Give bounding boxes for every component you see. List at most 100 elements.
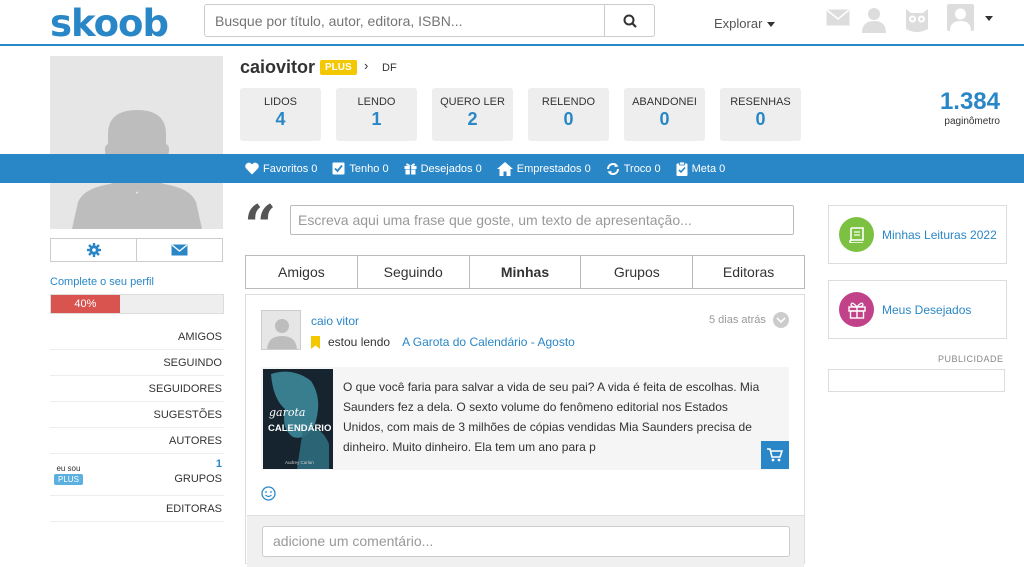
stat-lidos[interactable]: LIDOS 4 <box>240 88 321 141</box>
meus-desejados-link[interactable]: Meus Desejados <box>828 280 1007 339</box>
tab-editoras[interactable]: Editoras <box>692 256 804 288</box>
plus-label: PLUS <box>54 474 83 485</box>
top-bar: skoob Explorar <box>0 0 1024 46</box>
user-avatar-small[interactable] <box>947 4 974 31</box>
explore-label: Explorar <box>714 16 763 31</box>
post-avatar[interactable] <box>261 310 301 350</box>
activity-text: estou lendo <box>328 335 391 349</box>
sidebar-item-editoras[interactable]: EDITORAS <box>50 496 224 522</box>
stat-label: LENDO <box>357 96 396 108</box>
paginometro-value: 1.384 <box>939 88 1000 115</box>
sidebar-menu: AMIGOS SEGUINDO SEGUIDORES SUGESTÕES AUT… <box>50 324 224 522</box>
stat-label: RESENHAS <box>730 96 791 108</box>
refresh-icon <box>606 162 619 175</box>
profile-photo[interactable] <box>50 56 223 229</box>
home-icon <box>496 161 513 176</box>
sidebar-item-seguidores[interactable]: SEGUIDORES <box>50 376 224 402</box>
feed-tabs: Amigos Seguindo Minhas Grupos Editoras <box>245 255 805 289</box>
about-input[interactable]: Escreva aqui uma frase que goste, um tex… <box>290 205 794 235</box>
comment-input[interactable]: adicione um comentário... <box>262 526 790 557</box>
gear-icon <box>86 243 101 257</box>
profile-silhouette-icon <box>72 110 202 229</box>
user-icon[interactable] <box>860 5 888 33</box>
meta-link[interactable]: Meta 0 <box>676 161 725 176</box>
progress-fill: 40% <box>51 295 120 313</box>
troco-label: Troco 0 <box>623 162 661 175</box>
tab-grupos[interactable]: Grupos <box>580 256 692 288</box>
stat-value: 0 <box>755 109 766 129</box>
explore-menu[interactable]: Explorar <box>714 16 776 31</box>
bookmark-icon <box>311 335 320 349</box>
stat-label: LIDOS <box>263 96 297 108</box>
profile-location: DF <box>382 62 397 74</box>
avatar-silhouette-icon <box>267 319 297 349</box>
minhas-leituras-label: Minhas Leituras 2022 <box>882 227 997 242</box>
skoob-logo[interactable]: skoob <box>50 2 169 45</box>
publicidade-label: PUBLICIDADE <box>938 354 1004 364</box>
sidebar-item-sugestoes[interactable]: SUGESTÕES <box>50 402 224 428</box>
profile-username: caiovitor <box>240 57 316 77</box>
cover-title: CALENDÁRIO <box>268 423 331 434</box>
book-cover[interactable]: garota CALENDÁRIO Audrey Carlan <box>263 369 333 469</box>
stat-resenhas[interactable]: RESENHAS 0 <box>720 88 801 141</box>
stat-lendo[interactable]: LENDO 1 <box>336 88 417 141</box>
quote-icon: “ <box>244 193 277 259</box>
tab-amigos[interactable]: Amigos <box>246 256 357 288</box>
tab-seguindo[interactable]: Seguindo <box>356 256 469 288</box>
chevron-down-icon[interactable] <box>985 16 993 21</box>
heart-icon <box>245 162 259 175</box>
stat-value: 0 <box>659 109 670 129</box>
stat-label: QUERO LER <box>440 96 505 108</box>
stat-quero-ler[interactable]: QUERO LER 2 <box>432 88 513 141</box>
stat-value: 1 <box>371 109 382 129</box>
gift-icon <box>839 292 874 327</box>
owl-icon[interactable] <box>903 5 931 33</box>
minhas-leituras-link[interactable]: Minhas Leituras 2022 <box>828 205 1007 264</box>
stat-value: 4 <box>275 109 286 129</box>
message-button[interactable] <box>136 239 222 261</box>
post-username[interactable]: caio vitor <box>311 314 359 328</box>
mail-icon[interactable] <box>826 9 850 26</box>
tenho-link[interactable]: Tenho 0 <box>332 162 389 175</box>
checkbox-icon <box>332 162 345 175</box>
eusou-plus-badge: eu sou PLUS <box>54 464 83 485</box>
post-options-button[interactable] <box>773 312 789 328</box>
buy-button[interactable] <box>761 441 789 469</box>
gift-icon <box>404 163 417 175</box>
eusou-label: eu sou <box>56 464 81 473</box>
favoritos-link[interactable]: Favoritos 0 <box>245 162 317 175</box>
smiley-icon[interactable] <box>261 486 276 501</box>
plus-badge[interactable]: PLUS <box>320 60 357 75</box>
search-button[interactable] <box>604 5 654 36</box>
tenho-label: Tenho 0 <box>349 162 389 175</box>
clipboard-icon <box>676 161 688 176</box>
desejados-link[interactable]: Desejados 0 <box>404 162 482 175</box>
book-title-link[interactable]: A Garota do Calendário - Agosto <box>402 335 575 349</box>
stat-label: RELENDO <box>541 96 596 108</box>
complete-profile-link[interactable]: Complete o seu perfil <box>50 276 154 288</box>
search-input[interactable] <box>205 5 605 36</box>
stat-relendo[interactable]: RELENDO 0 <box>528 88 609 141</box>
activity-card: caio vitor 5 dias atrás estou lendo A Ga… <box>245 294 805 567</box>
search-box <box>204 4 655 37</box>
stat-value: 0 <box>563 109 574 129</box>
sidebar-item-seguindo[interactable]: SEGUINDO <box>50 350 224 376</box>
troco-link[interactable]: Troco 0 <box>606 162 661 176</box>
emprestados-link[interactable]: Emprestados 0 <box>496 161 591 176</box>
post-timestamp: 5 dias atrás <box>709 314 766 326</box>
sidebar-item-grupos[interactable]: eu sou PLUS 1 GRUPOS <box>50 454 224 496</box>
desejados-label: Desejados 0 <box>420 162 482 175</box>
settings-button[interactable] <box>51 239 136 261</box>
stat-abandonei[interactable]: ABANDONEI 0 <box>624 88 705 141</box>
comment-area: adicione um comentário... <box>247 515 804 567</box>
emprestados-label: Emprestados 0 <box>516 162 591 175</box>
book-icon <box>839 217 874 252</box>
paginometro[interactable]: 1.384 paginômetro <box>940 88 1000 127</box>
sidebar-item-amigos[interactable]: AMIGOS <box>50 324 224 350</box>
chevron-right-icon: › <box>364 58 369 73</box>
grupos-count: 1 <box>215 458 222 470</box>
sidebar-item-autores[interactable]: AUTORES <box>50 428 224 454</box>
book-cover-image: garota CALENDÁRIO Audrey Carlan <box>263 369 333 469</box>
cart-icon <box>767 448 783 462</box>
tab-minhas[interactable]: Minhas <box>468 256 581 288</box>
